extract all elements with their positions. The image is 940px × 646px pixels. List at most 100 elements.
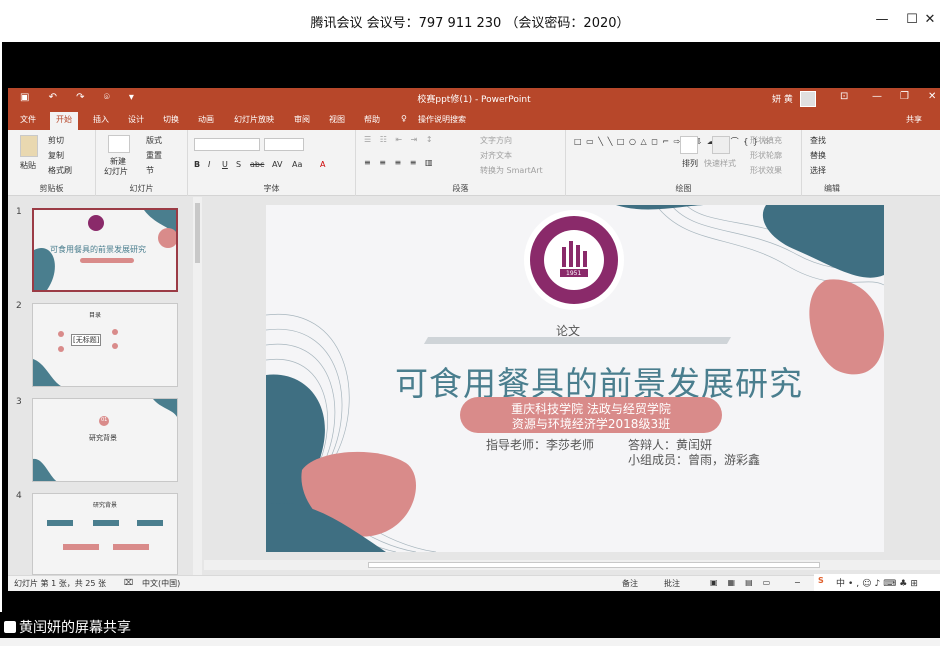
strikethrough-button[interactable]: abc (250, 160, 264, 169)
thumbnail-pane: 1 可食用餐具的前景发展研究 2 目录 [无标题] 3 01 研究背景 4 研究… (8, 197, 204, 575)
avatar[interactable] (800, 91, 816, 107)
scroll-thumb[interactable] (368, 562, 820, 568)
advisor-text: 指导老师：李莎老师 (486, 438, 595, 452)
change-case-button[interactable]: Aa (292, 160, 302, 169)
tab-design[interactable]: 设计 (128, 114, 144, 125)
tab-view[interactable]: 视图 (329, 114, 345, 125)
thumbnail-slide-4[interactable]: 研究背景 (32, 493, 178, 575)
scroll-thumb[interactable] (195, 203, 200, 263)
restore-icon[interactable]: ❐ (900, 91, 909, 102)
shape-fill-button[interactable]: 形状填充 (750, 135, 782, 146)
bold-button[interactable]: B (194, 160, 200, 169)
align-buttons[interactable]: ≡ ≡ ≡ ≡ ▥ (364, 158, 436, 167)
char-spacing-button[interactable]: AV (272, 160, 282, 169)
paragraph-group: ☰ ☷ ⇤ ⇥ ↕ ≡ ≡ ≡ ≡ ▥ 文字方向 对齐文本 转换为 SmartA… (356, 130, 566, 196)
spellcheck-icon[interactable]: ⌧ (124, 578, 133, 587)
drawing-group: □ ▭ ╲ ╲ □ ○ △ ◻ ⌐ ⇨ ◇ ⇩ ☁ ∿ ⌒ { } ☆ 排列 快… (566, 130, 802, 196)
format-painter-button[interactable]: 格式刷 (48, 165, 72, 176)
font-color-button[interactable]: A (320, 160, 325, 169)
tab-help[interactable]: 帮助 (364, 114, 380, 125)
quick-styles-button[interactable]: 快速样式 (704, 158, 736, 169)
drawing-label: 绘图 (675, 184, 692, 193)
thumbnail-slide-2[interactable]: 目录 [无标题] (32, 303, 178, 387)
arrange-button[interactable]: 排列 (682, 158, 698, 169)
shadow-button[interactable]: S (236, 160, 241, 169)
thumbnail-number: 4 (16, 491, 22, 501)
shape-effects-button[interactable]: 形状效果 (750, 165, 782, 176)
tab-insert[interactable]: 插入 (93, 114, 109, 125)
arrange-icon[interactable] (680, 136, 698, 154)
tab-slideshow[interactable]: 幻灯片放映 (234, 114, 274, 125)
notes-button[interactable]: 备注 (622, 578, 638, 589)
user-name[interactable]: 妍 黄 (772, 92, 793, 105)
thumbnail-3-badge: 01 (101, 417, 108, 423)
editing-group: 查找 替换 选择 编辑 (802, 130, 862, 196)
maximize-button[interactable]: ☐ (903, 11, 921, 29)
share-button[interactable]: 共享 (906, 114, 922, 125)
members-text: 小组成员：曾雨，游彩鑫 (628, 453, 761, 467)
paste-button[interactable]: 粘贴 (20, 160, 36, 171)
thumbnail-number: 2 (16, 301, 22, 311)
slide-editing-area: 1951 论文 可食用餐具的前景发展研究 重庆科技学院 法政与经贸学院 资源与环… (204, 197, 940, 575)
reset-button[interactable]: 重置 (146, 150, 162, 161)
lightbulb-icon: ♀ (401, 114, 407, 123)
thumbnail-scrollbar[interactable] (193, 197, 202, 575)
cut-button[interactable]: 剪切 (48, 135, 64, 146)
section-button[interactable]: 节 (146, 165, 154, 176)
horizontal-scrollbar[interactable] (204, 560, 940, 570)
new-slide-icon[interactable] (108, 135, 130, 153)
text-direction-button[interactable]: 文字方向 (480, 135, 512, 146)
find-button[interactable]: 查找 (810, 135, 826, 146)
minimize-button[interactable]: — (873, 11, 891, 29)
font-name-combo[interactable] (194, 138, 260, 151)
tab-file[interactable]: 文件 (20, 114, 36, 125)
thumbnail-2-art (33, 329, 118, 386)
logo-year: 1951 (566, 270, 582, 277)
ime-toolbar[interactable]: S 中•,☺♪⌨♣⊞ (814, 574, 940, 591)
copy-button[interactable]: 复制 (48, 150, 64, 161)
align-text-button[interactable]: 对齐文本 (480, 150, 512, 161)
slide-label: 论文 (556, 324, 581, 338)
thumbnail-number: 3 (16, 397, 22, 407)
view-buttons[interactable]: ▣▦▤▭ (710, 578, 780, 587)
font-size-combo[interactable] (264, 138, 304, 151)
thumbnail-1-pill (80, 258, 134, 263)
underlying-window-strip (0, 638, 940, 646)
ribbon-display-icon[interactable]: ⊡ (840, 91, 848, 102)
smartart-button[interactable]: 转换为 SmartArt (480, 165, 543, 176)
close-button[interactable]: ✕ (921, 11, 939, 29)
quick-styles-icon[interactable] (712, 136, 730, 154)
ime-controls[interactable]: 中•,☺♪⌨♣⊞ (836, 576, 921, 589)
list-buttons[interactable]: ☰ ☷ ⇤ ⇥ ↕ (364, 135, 436, 144)
meeting-title: 腾讯会议 会议号：797 911 230 （会议密码：2020） (310, 16, 630, 31)
thumbnail-slide-3[interactable]: 01 研究背景 (32, 398, 178, 482)
ribbon-tabs: 文件 开始 插入 设计 切换 动画 幻灯片放映 审阅 视图 帮助 ♀ 操作说明搜… (8, 110, 940, 130)
select-button[interactable]: 选择 (810, 165, 826, 176)
shapes-gallery[interactable]: □ ▭ ╲ ╲ □ ○ △ ◻ ⌐ ⇨ ◇ ⇩ ☁ ∿ ⌒ { } ☆ (574, 136, 771, 147)
ime-logo-icon: S (818, 576, 824, 585)
current-slide[interactable]: 1951 论文 可食用餐具的前景发展研究 重庆科技学院 法政与经贸学院 资源与环… (266, 205, 884, 552)
layout-button[interactable]: 版式 (146, 135, 162, 146)
tab-home[interactable]: 开始 (50, 112, 78, 130)
thumbnail-3-title: 研究背景 (89, 434, 117, 442)
underline-button[interactable]: U (222, 160, 228, 169)
italic-button[interactable]: I (208, 160, 210, 169)
thumbnail-slide-1[interactable]: 可食用餐具的前景发展研究 (32, 208, 178, 292)
tab-animations[interactable]: 动画 (198, 114, 214, 125)
zoom-out-icon[interactable]: − (794, 578, 801, 587)
thumbnail-4-title: 研究背景 (93, 502, 118, 509)
paste-icon[interactable] (20, 135, 38, 157)
tab-transitions[interactable]: 切换 (163, 114, 179, 125)
screen-share-icon (4, 621, 16, 633)
shape-outline-button[interactable]: 形状轮廓 (750, 150, 782, 161)
new-slide-label: 幻灯片 (104, 167, 128, 176)
share-indicator: 黄闰妍的屏幕共享 (4, 617, 131, 637)
tell-me-search[interactable]: 操作说明搜索 (418, 114, 466, 125)
tab-review[interactable]: 审阅 (294, 114, 310, 125)
thumbnail-2-title: 目录 (89, 312, 102, 319)
replace-button[interactable]: 替换 (810, 150, 826, 161)
minimize-icon[interactable]: — (872, 91, 882, 102)
close-icon[interactable]: ✕ (928, 91, 936, 102)
comments-button[interactable]: 批注 (664, 578, 680, 589)
language-indicator[interactable]: 中文(中国) (142, 578, 180, 589)
